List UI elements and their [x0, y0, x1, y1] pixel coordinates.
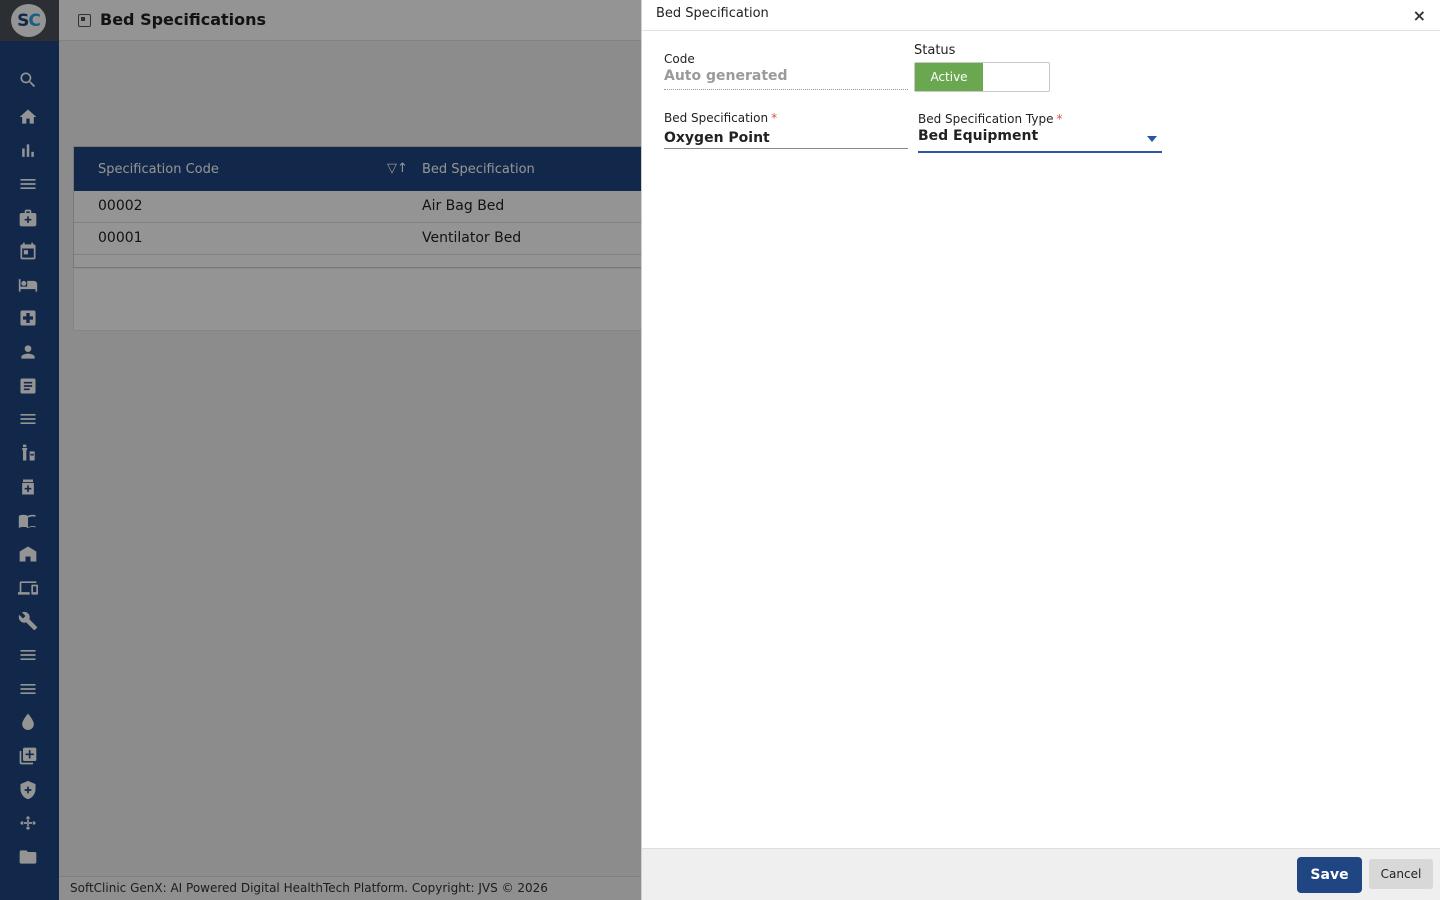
spec-label: Bed Specification * [664, 111, 777, 125]
required-mark: * [1056, 112, 1063, 126]
drawer-title: Bed Specification [656, 6, 769, 21]
status-label: Status [914, 43, 955, 58]
chevron-down-icon[interactable] [1147, 136, 1157, 142]
bed-specification-type-select[interactable]: Bed Equipment [918, 128, 1162, 153]
type-label: Bed Specification Type * [918, 112, 1062, 126]
bed-specification-input[interactable] [664, 127, 908, 149]
spec-label-text: Bed Specification [664, 111, 769, 125]
required-mark: * [771, 111, 778, 125]
close-icon[interactable]: × [1413, 6, 1426, 25]
cancel-button[interactable]: Cancel [1369, 859, 1433, 889]
save-button[interactable]: Save [1297, 857, 1362, 893]
drawer-header: Bed Specification × [642, 0, 1440, 31]
status-active-segment[interactable]: Active [915, 63, 983, 91]
drawer-footer: Save Cancel [642, 848, 1440, 900]
status-label-text: Status [914, 43, 956, 58]
status-toggle[interactable]: Active [914, 62, 1050, 92]
type-label-text: Bed Specification Type [918, 112, 1054, 126]
selected-type: Bed Equipment [918, 128, 1039, 144]
code-label-text: Code [664, 52, 695, 66]
code-label: Code [664, 52, 695, 66]
bed-specification-drawer: Bed Specification × Code Auto generated … [641, 0, 1440, 900]
code-field: Auto generated [664, 68, 908, 90]
